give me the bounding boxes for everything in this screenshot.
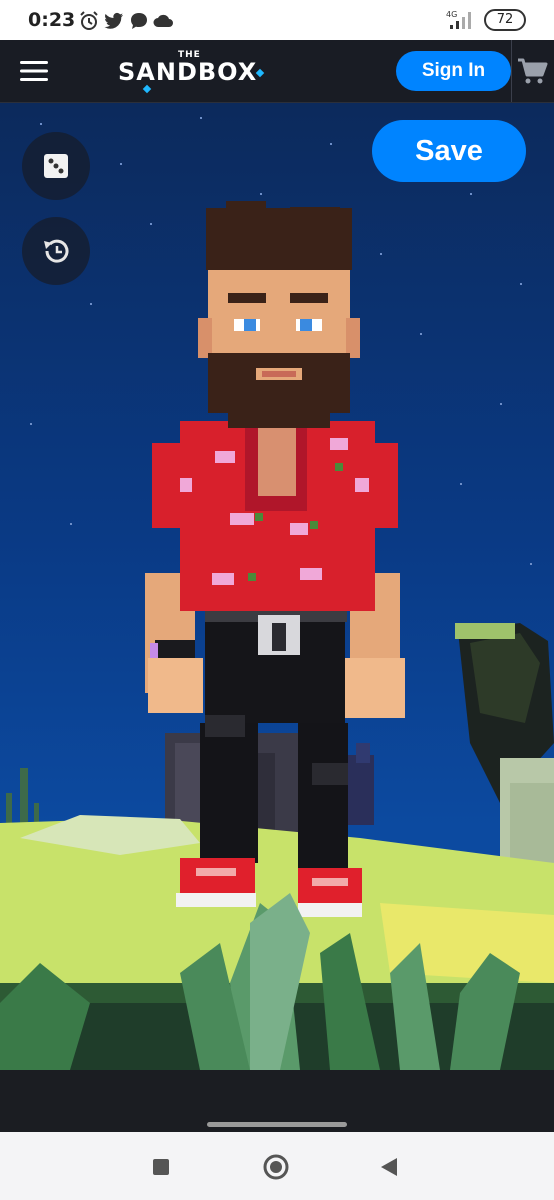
dice-icon [44, 154, 68, 178]
back-icon[interactable] [378, 1156, 400, 1178]
randomize-button[interactable] [22, 132, 90, 200]
sandbox-logo[interactable]: THE SANDBOX [118, 48, 265, 94]
status-bar: 0:23 4G 72 [0, 0, 554, 40]
alarm-icon [80, 11, 98, 30]
cloud-icon [153, 14, 173, 27]
hamburger-menu-icon[interactable] [18, 58, 50, 84]
sign-in-button[interactable]: Sign In [396, 51, 511, 91]
logo-diamond-icon [142, 84, 152, 94]
app-header: THE SANDBOX Sign In [0, 40, 554, 103]
logo-wordmark: SANDBOX [118, 58, 258, 86]
save-button[interactable]: Save [372, 120, 526, 182]
chat-bubble-icon [131, 13, 147, 29]
system-navigation-bar [0, 1132, 554, 1200]
header-divider [511, 40, 512, 102]
history-icon [44, 239, 69, 263]
history-button[interactable] [22, 217, 90, 285]
network-type: 4G [446, 10, 457, 19]
status-time: 0:23 [28, 9, 76, 31]
right-rock [455, 623, 554, 868]
avatar-viewport[interactable]: Save [0, 103, 554, 1070]
gesture-handle[interactable] [207, 1122, 347, 1127]
cactus [6, 768, 39, 828]
cart-icon[interactable] [516, 56, 548, 86]
recent-apps-icon[interactable] [150, 1156, 172, 1178]
signal-icon: 4G [446, 10, 471, 29]
home-icon[interactable] [262, 1153, 290, 1181]
battery-icon: 72 [484, 9, 526, 31]
twitter-icon [104, 12, 123, 29]
dark-plant [348, 743, 374, 825]
